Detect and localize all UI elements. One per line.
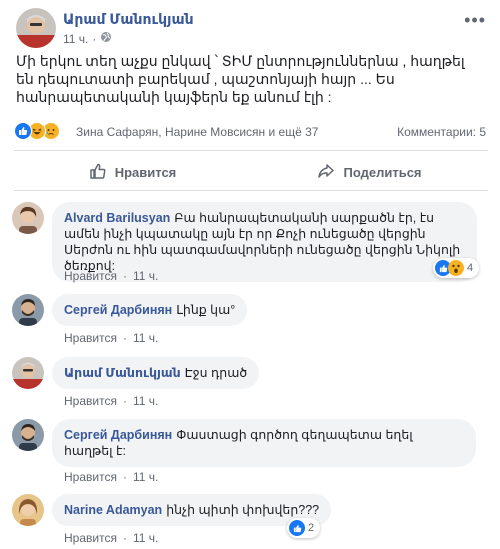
comment-reactions-count: 2 (308, 522, 315, 534)
dot-separator: · (122, 331, 127, 345)
divider (14, 190, 488, 191)
comment-timestamp[interactable]: 11 ч. (133, 531, 158, 545)
reactions-summary[interactable]: Зина Сафарян, Нарине Мовсисян и ещё 37 К… (14, 121, 488, 143)
post-text: Մի երկու տեղ աչքս ընկավ ՝ ՏԻՄ ընտրությու… (16, 53, 465, 105)
avatar[interactable] (12, 494, 44, 526)
like-reaction-icon (289, 520, 305, 536)
comment-bubble: Сергей Дарбинян Փաստացի գործող գեղապետա ե… (52, 419, 476, 467)
post-timestamp[interactable]: 11 ч. (63, 32, 88, 46)
avatar[interactable] (12, 294, 44, 326)
comment-like-link[interactable]: Нравится (64, 470, 117, 484)
dot-separator: · (122, 470, 127, 484)
comment-timestamp[interactable]: 11 ч. (133, 331, 158, 345)
share-button-label: Поделиться (343, 164, 422, 180)
post-meta: 11 ч. · (63, 31, 112, 46)
like-reaction-icon (14, 122, 32, 140)
comments-count-link[interactable]: Комментарии: 5 (397, 125, 486, 139)
comment-actions: Нравится · 11 ч. (64, 269, 158, 283)
comment-author[interactable]: Alvard Barilusyan (64, 211, 170, 225)
post-actions-bar: Нравится Поделиться (14, 154, 488, 190)
dot-separator: · (122, 269, 127, 283)
wow-reaction-icon (448, 260, 464, 276)
comment-author[interactable]: Արամ Մանուկյան (64, 366, 181, 380)
comment-bubble: Արամ Մանուկյան Էջս դրած (52, 357, 260, 389)
comment-text: ինչի պիտի փոխվեր??? (166, 503, 320, 517)
comment-text: Լինք կա° (176, 303, 236, 317)
comment-bubble: Сергей Дарбинян Լինք կա° (52, 294, 248, 326)
comment-text: Էջս դրած (184, 366, 248, 380)
comment-like-link[interactable]: Нравится (64, 394, 117, 408)
like-button[interactable]: Нравится (14, 154, 251, 190)
share-button[interactable]: Поделиться (251, 154, 488, 190)
comment-author[interactable]: Сергей Дарбинян (64, 428, 172, 442)
comment-like-link[interactable]: Нравится (64, 269, 117, 283)
dot-separator: · (122, 394, 127, 408)
comment-author[interactable]: Narine Adamyan (64, 503, 162, 517)
divider (14, 150, 488, 151)
avatar[interactable] (16, 8, 56, 48)
comment-actions: Нравится · 11 ч. (64, 331, 158, 345)
comment-reactions[interactable]: 2 (287, 518, 321, 538)
like-button-label: Нравится (114, 164, 177, 180)
avatar[interactable] (12, 357, 44, 389)
comment-like-link[interactable]: Нравится (64, 531, 117, 545)
comment-actions: Нравится · 11 ч. (64, 531, 158, 545)
comment-reactions[interactable]: 4 (433, 258, 480, 278)
comment-reactions-count: 4 (467, 262, 474, 274)
avatar[interactable] (12, 419, 44, 451)
comment-like-link[interactable]: Нравится (64, 331, 117, 345)
comment-timestamp[interactable]: 11 ч. (133, 394, 158, 408)
post-header: Արամ Մանուկյան 11 ч. · ••• (16, 8, 486, 48)
share-arrow-icon (317, 162, 335, 183)
comment-actions: Нравится · 11 ч. (64, 394, 158, 408)
dot-separator: · (122, 531, 127, 545)
comment-author[interactable]: Сергей Дарбинян (64, 303, 172, 317)
dot-separator: · (92, 31, 97, 46)
thumbs-up-icon (89, 162, 107, 183)
reactors-names[interactable]: Зина Сафарян, Нарине Мовсисян и ещё 37 (76, 125, 318, 139)
post-author-name[interactable]: Արամ Մանուկյան (63, 11, 194, 28)
reaction-icons (14, 122, 60, 140)
comment-timestamp[interactable]: 11 ч. (133, 269, 158, 283)
globe-icon (100, 31, 112, 46)
avatar[interactable] (12, 202, 44, 234)
more-options-icon[interactable]: ••• (464, 10, 486, 31)
comment-actions: Нравится · 11 ч. (64, 470, 158, 484)
comment-timestamp[interactable]: 11 ч. (133, 470, 158, 484)
